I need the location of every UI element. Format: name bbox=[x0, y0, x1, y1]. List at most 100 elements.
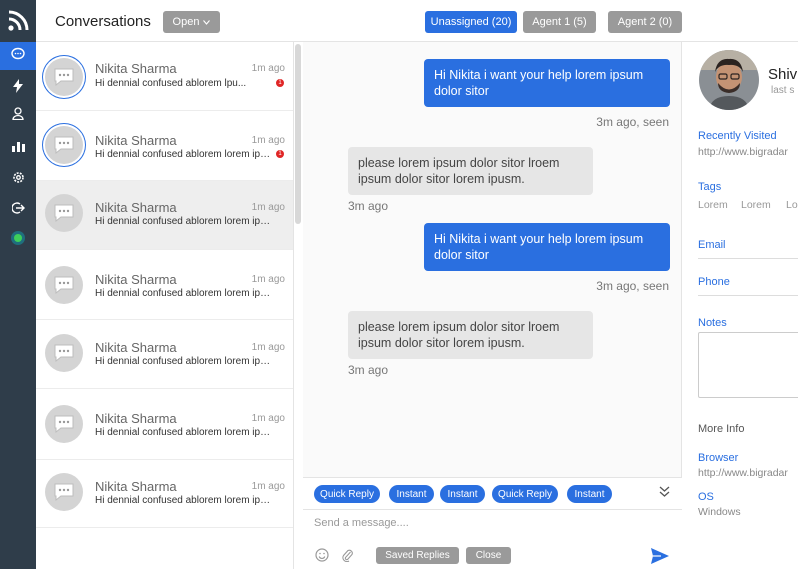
avatar bbox=[45, 58, 83, 96]
rss-logo-icon[interactable] bbox=[0, 0, 36, 42]
outgoing-message: Hi Nikita i want your help lorem ipsum d… bbox=[424, 223, 670, 271]
saved-replies-button[interactable]: Saved Replies bbox=[376, 547, 459, 564]
chat-bubble-icon bbox=[11, 47, 25, 66]
contact-profile-panel: Shiv last s Recently Visited http://www.… bbox=[683, 42, 798, 569]
incoming-message: please lorem ipsum dolor sitor lroem ips… bbox=[348, 311, 593, 359]
chevron-double-down-icon[interactable] bbox=[659, 486, 670, 500]
message-preview: Hi dennial confused ablorem lorem ipu... bbox=[95, 216, 271, 227]
message-composer: Saved Replies Close bbox=[303, 509, 682, 569]
nav-reports[interactable] bbox=[0, 134, 36, 162]
avatar bbox=[45, 473, 83, 511]
quick-reply-chip[interactable]: Quick Reply bbox=[492, 485, 558, 503]
emoji-icon[interactable] bbox=[314, 547, 330, 563]
tag-chip[interactable]: Lorem bbox=[698, 199, 728, 211]
paperclip-icon[interactable] bbox=[339, 547, 355, 563]
avatar bbox=[45, 405, 83, 443]
message-meta: 3m ago bbox=[348, 363, 389, 377]
conversation-time: 1m ago bbox=[251, 413, 285, 424]
status-filter-dropdown[interactable]: Open bbox=[163, 11, 220, 33]
incoming-message: please lorem ipsum dolor sitor lroem ips… bbox=[348, 147, 593, 195]
unread-badge: 1 bbox=[276, 79, 284, 87]
contact-name: Nikita Sharma bbox=[95, 61, 177, 76]
quick-reply-chip[interactable]: Instant bbox=[440, 485, 485, 503]
contact-name: Nikita Sharma bbox=[95, 479, 177, 494]
status-filter-label: Open bbox=[172, 16, 200, 28]
tags-label: Tags bbox=[698, 181, 722, 193]
conversation-time: 1m ago bbox=[251, 202, 285, 213]
status-online-icon bbox=[14, 234, 22, 242]
phone-field[interactable] bbox=[698, 295, 798, 296]
message-meta: 3m ago bbox=[348, 199, 389, 213]
conversation-time: 1m ago bbox=[251, 135, 285, 146]
quick-reply-chip[interactable]: Quick Reply bbox=[314, 485, 380, 503]
nav-rail bbox=[0, 0, 36, 569]
quick-reply-chip[interactable]: Instant bbox=[389, 485, 434, 503]
quick-reply-chip[interactable]: Instant bbox=[567, 485, 612, 503]
conversation-time: 1m ago bbox=[251, 481, 285, 492]
conversation-item[interactable]: Nikita Sharma 1m ago Hi dennial confused… bbox=[36, 250, 293, 320]
tab-unassigned[interactable]: Unassigned (20) bbox=[425, 11, 517, 33]
send-icon[interactable] bbox=[650, 546, 670, 566]
phone-label: Phone bbox=[698, 276, 730, 288]
tab-agent-2[interactable]: Agent 2 (0) bbox=[608, 11, 682, 33]
conversation-time: 1m ago bbox=[251, 342, 285, 353]
contact-full-name: Shiv bbox=[768, 66, 798, 83]
outgoing-message: Hi Nikita i want your help lorem ipsum d… bbox=[424, 59, 670, 107]
os-label: OS bbox=[698, 491, 714, 503]
chevron-down-icon bbox=[203, 16, 211, 28]
tab-agent-1[interactable]: Agent 1 (5) bbox=[523, 11, 596, 33]
avatar bbox=[45, 266, 83, 304]
contact-name: Nikita Sharma bbox=[95, 133, 177, 148]
nav-status[interactable] bbox=[0, 224, 36, 252]
recently-visited-link[interactable]: http://www.bigradar bbox=[698, 146, 788, 158]
message-preview: Hi dennial confused ablorem lorem ipsu..… bbox=[95, 149, 271, 160]
conversation-time: 1m ago bbox=[251, 274, 285, 285]
contact-name: Nikita Sharma bbox=[95, 272, 177, 287]
close-conversation-button[interactable]: Close bbox=[466, 547, 511, 564]
message-meta: 3m ago, seen bbox=[596, 115, 669, 129]
contact-name: Nikita Sharma bbox=[95, 411, 177, 426]
message-preview: Hi dennial confused ablorem lorem ipsu..… bbox=[95, 288, 271, 299]
os-value: Windows bbox=[698, 506, 741, 518]
message-preview: Hi dennial confused ablorem lorem ipu... bbox=[95, 427, 271, 438]
logout-icon bbox=[10, 201, 25, 219]
gear-icon bbox=[12, 171, 25, 189]
tag-chip[interactable]: Lo bbox=[786, 199, 798, 211]
conversation-item[interactable]: Nikita Sharma 1m ago Hi dennial confused… bbox=[36, 42, 293, 111]
avatar bbox=[45, 126, 83, 164]
message-input[interactable] bbox=[314, 514, 614, 532]
tag-chip[interactable]: Lorem bbox=[741, 199, 771, 211]
contact-name: Nikita Sharma bbox=[95, 200, 177, 215]
email-label: Email bbox=[698, 239, 726, 251]
recently-visited-label: Recently Visited bbox=[698, 130, 777, 142]
email-field[interactable] bbox=[698, 258, 798, 259]
nav-logout[interactable] bbox=[0, 196, 36, 224]
nav-quick-actions[interactable] bbox=[0, 74, 36, 102]
nav-conversations[interactable] bbox=[0, 42, 36, 70]
conversation-item[interactable]: Nikita Sharma 1m ago Hi dennial confused… bbox=[36, 320, 293, 389]
conversation-item[interactable]: Nikita Sharma 1m ago Hi dennial confused… bbox=[36, 460, 293, 528]
list-scrollbar[interactable] bbox=[295, 44, 301, 224]
conversation-time: 1m ago bbox=[251, 63, 285, 74]
conversation-item[interactable]: Nikita Sharma 1m ago Hi dennial confused… bbox=[36, 181, 293, 250]
unread-badge: 1 bbox=[276, 150, 284, 158]
nav-settings[interactable] bbox=[0, 166, 36, 194]
browser-value: http://www.bigradar bbox=[698, 467, 788, 479]
user-icon bbox=[12, 107, 24, 125]
chat-panel: Hi Nikita i want your help lorem ipsum d… bbox=[303, 42, 682, 569]
lightning-icon bbox=[13, 78, 23, 98]
conversation-item[interactable]: Nikita Sharma 1m ago Hi dennial confused… bbox=[36, 111, 293, 181]
bar-chart-icon bbox=[11, 139, 25, 157]
message-preview: Hi dennial confused ablorem lorem ipsu..… bbox=[95, 495, 271, 506]
browser-label: Browser bbox=[698, 452, 739, 464]
notes-label: Notes bbox=[698, 317, 727, 329]
top-header: Conversations Open Unassigned (20) Agent… bbox=[36, 0, 798, 42]
conversation-item[interactable]: Nikita Sharma 1m ago Hi dennial confused… bbox=[36, 389, 293, 460]
contact-name: Nikita Sharma bbox=[95, 340, 177, 355]
nav-users[interactable] bbox=[0, 102, 36, 130]
quick-reply-bar: Quick Reply Instant Instant Quick Reply … bbox=[303, 477, 682, 509]
message-meta: 3m ago, seen bbox=[596, 279, 669, 293]
message-preview: Hi dennial confused ablorem lorem ipsu..… bbox=[95, 356, 271, 367]
notes-textarea[interactable] bbox=[698, 332, 798, 398]
avatar bbox=[45, 194, 83, 232]
